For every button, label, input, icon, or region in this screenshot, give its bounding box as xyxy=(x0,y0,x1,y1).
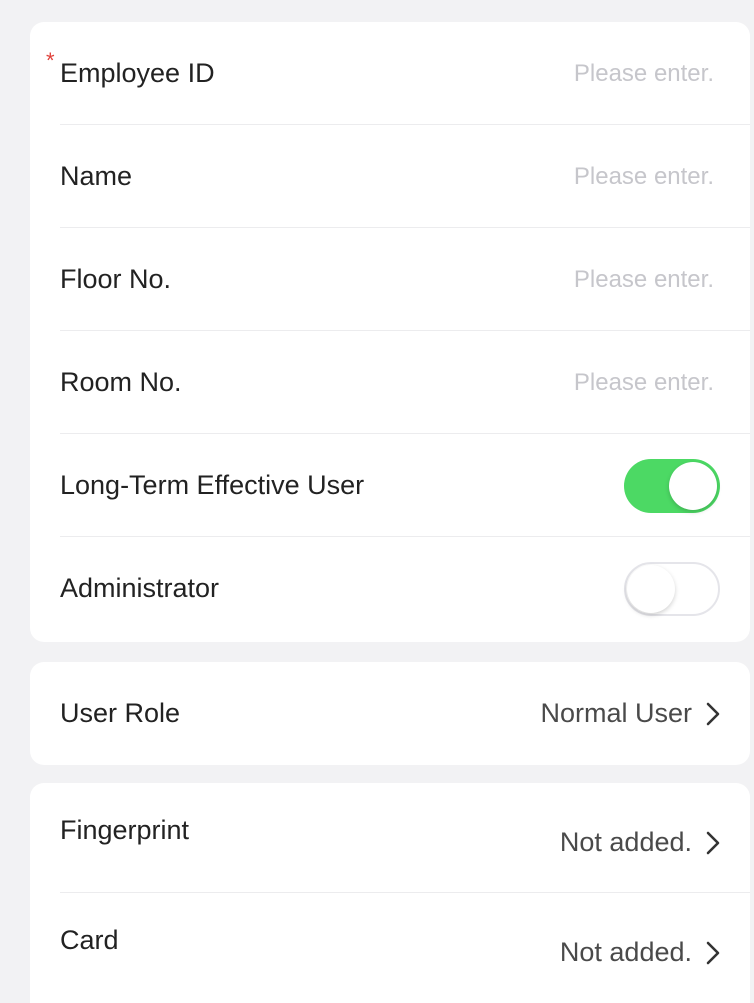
fingerprint-label: Fingerprint xyxy=(60,815,190,845)
name-input[interactable] xyxy=(454,162,714,191)
room-no-row: Room No. xyxy=(30,331,750,434)
role-card: User Role Normal User xyxy=(30,662,750,765)
name-row: Name xyxy=(30,125,750,228)
credentials-card: Fingerprint Not added. Card Not added. xyxy=(30,783,750,1003)
employee-id-row: * Employee ID xyxy=(30,22,750,125)
administrator-label: Administrator xyxy=(60,573,220,603)
employee-id-input[interactable] xyxy=(454,59,714,88)
user-role-selector[interactable]: Normal User xyxy=(540,698,720,729)
basic-info-card: * Employee ID Name Floor No. Room No. Lo… xyxy=(30,22,750,642)
required-mark: * xyxy=(46,48,55,73)
card-row[interactable]: Card Not added. xyxy=(30,893,750,1003)
card-selector[interactable]: Not added. xyxy=(560,937,720,968)
chevron-right-icon xyxy=(706,831,720,854)
name-label: Name xyxy=(60,161,133,191)
user-form-page: * Employee ID Name Floor No. Room No. Lo… xyxy=(0,0,754,1003)
floor-no-row: Floor No. xyxy=(30,228,750,331)
chevron-right-icon xyxy=(706,702,720,725)
administrator-row: Administrator xyxy=(30,537,750,640)
floor-no-input[interactable] xyxy=(454,265,714,294)
toggle-knob xyxy=(627,564,675,613)
employee-id-label: Employee ID xyxy=(60,58,215,88)
user-role-label: User Role xyxy=(60,698,181,728)
fingerprint-selector[interactable]: Not added. xyxy=(560,827,720,858)
card-value: Not added. xyxy=(559,937,692,967)
floor-no-label: Floor No. xyxy=(60,264,172,294)
room-no-label: Room No. xyxy=(60,367,182,397)
administrator-toggle[interactable] xyxy=(624,561,720,616)
chevron-right-icon xyxy=(706,941,720,964)
fingerprint-value: Not added. xyxy=(559,827,692,857)
card-label: Card xyxy=(60,925,119,955)
room-no-input[interactable] xyxy=(454,368,714,397)
user-role-value: Normal User xyxy=(540,698,692,728)
long-term-row: Long-Term Effective User xyxy=(30,434,750,537)
long-term-label: Long-Term Effective User xyxy=(60,470,365,500)
toggle-knob xyxy=(669,461,717,510)
user-role-row[interactable]: User Role Normal User xyxy=(30,662,750,765)
fingerprint-row[interactable]: Fingerprint Not added. xyxy=(30,783,750,893)
long-term-toggle[interactable] xyxy=(624,458,720,513)
